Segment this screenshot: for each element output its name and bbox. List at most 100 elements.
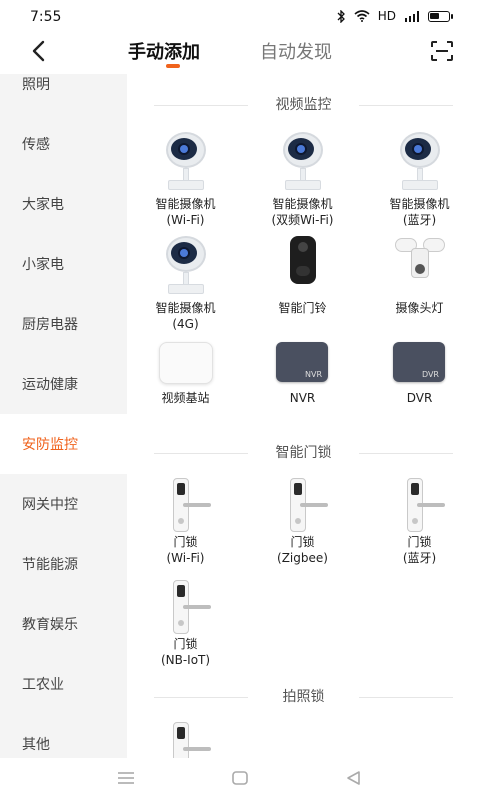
tab-auto-discover[interactable]: 自动发现 — [260, 38, 332, 64]
section-title-text: 智能门锁 — [275, 445, 332, 461]
sidebar-item-sensor[interactable]: 传感 — [0, 114, 127, 174]
battery-icon — [428, 10, 453, 22]
system-nav-bar — [0, 758, 480, 800]
device-camera-wifi[interactable]: 智能摄像机 (Wi-Fi) — [127, 132, 244, 228]
camera-icon — [398, 132, 442, 192]
device-video-base-station[interactable]: 视频基站 — [127, 342, 244, 406]
floodlight-camera-icon — [395, 238, 445, 282]
sidebar-item-kitchen[interactable]: 厨房电器 — [0, 294, 127, 354]
device-nvr[interactable]: NVR NVR — [244, 342, 361, 406]
menu-icon[interactable] — [114, 768, 138, 788]
status-icons: HD — [337, 9, 453, 23]
divider — [359, 697, 453, 698]
device-variant: (Wi-Fi) — [166, 551, 205, 565]
device-photo-lock-partial[interactable] — [127, 722, 244, 758]
sidebar-item-label: 教育娱乐 — [22, 617, 78, 633]
back-arrow-icon[interactable] — [28, 38, 52, 64]
nvr-tag: NVR — [304, 370, 322, 379]
wifi-icon — [354, 10, 370, 22]
device-camera-bluetooth[interactable]: 智能摄像机 (蓝牙) — [361, 132, 478, 228]
sidebar-item-label: 传感 — [22, 137, 50, 153]
device-name: 门锁 — [173, 535, 198, 549]
device-name: 智能摄像机 — [272, 197, 333, 211]
status-bar: 7:55 HD — [0, 0, 480, 34]
sidebar-item-label: 照明 — [22, 77, 50, 93]
nvr-icon: NVR — [276, 342, 328, 382]
sidebar-item-energy[interactable]: 节能能源 — [0, 534, 127, 594]
camera-icon — [164, 236, 208, 296]
device-variant: (Zigbee) — [277, 551, 328, 565]
sidebar-item-label: 网关中控 — [22, 497, 78, 513]
sidebar-item-label: 运动健康 — [22, 377, 78, 393]
tab-manual-add[interactable]: 手动添加 — [128, 38, 200, 64]
door-lock-icon — [173, 580, 211, 634]
device-name: 智能摄像机 — [155, 301, 216, 315]
device-variant: (4G) — [172, 317, 199, 331]
device-camera-dual-wifi[interactable]: 智能摄像机 (双频Wi-Fi) — [244, 132, 361, 228]
device-variant: (蓝牙) — [402, 551, 437, 565]
sidebar-item-education[interactable]: 教育娱乐 — [0, 594, 127, 654]
section-title-door-lock: 智能门锁 — [127, 442, 480, 464]
device-name: 门锁 — [173, 637, 198, 651]
sidebar-item-label: 安防监控 — [22, 437, 78, 453]
device-name: 门锁 — [290, 535, 315, 549]
device-door-lock-nbiot[interactable]: 门锁 (NB-IoT) — [127, 580, 244, 668]
status-time: 7:55 — [30, 9, 62, 25]
sidebar-item-small-appliance[interactable]: 小家电 — [0, 234, 127, 294]
sidebar-item-lighting[interactable]: 照明 — [0, 74, 127, 114]
sidebar-item-label: 工农业 — [22, 677, 64, 693]
device-door-lock-zigbee[interactable]: 门锁 (Zigbee) — [244, 478, 361, 566]
camera-icon — [281, 132, 325, 192]
sidebar-item-gateway[interactable]: 网关中控 — [0, 474, 127, 534]
top-header: 手动添加 自动发现 — [0, 34, 480, 74]
camera-icon — [164, 132, 208, 192]
sidebar-item-sports-health[interactable]: 运动健康 — [0, 354, 127, 414]
device-smart-doorbell[interactable]: 智能门铃 — [244, 236, 361, 316]
device-variant: (Wi-Fi) — [166, 213, 205, 227]
section-title-photo-lock: 拍照锁 — [127, 686, 480, 708]
sidebar-item-label: 其他 — [22, 737, 50, 753]
sidebar-item-label: 厨房电器 — [22, 317, 78, 333]
section-title-text: 拍照锁 — [282, 689, 325, 705]
doorbell-icon — [290, 236, 316, 284]
section-title-text: 视频监控 — [275, 97, 332, 113]
device-name: 门锁 — [407, 535, 432, 549]
bluetooth-icon — [337, 9, 345, 23]
sidebar-item-industry-agriculture[interactable]: 工农业 — [0, 654, 127, 714]
dvr-icon: DVR — [393, 342, 445, 382]
home-icon[interactable] — [228, 768, 252, 788]
device-name: 智能门铃 — [278, 301, 327, 315]
device-name: 智能摄像机 — [389, 197, 450, 211]
device-dvr[interactable]: DVR DVR — [361, 342, 478, 406]
sidebar-item-label: 小家电 — [22, 257, 64, 273]
device-camera-4g[interactable]: 智能摄像机 (4G) — [127, 236, 244, 332]
dvr-tag: DVR — [421, 370, 439, 379]
door-lock-icon — [290, 478, 328, 532]
sidebar-item-label: 大家电 — [22, 197, 64, 213]
signal-icon — [405, 10, 419, 22]
divider — [359, 105, 453, 106]
door-lock-icon — [173, 478, 211, 532]
sidebar-item-security[interactable]: 安防监控 — [0, 414, 127, 474]
network-type-label: HD — [377, 9, 396, 23]
back-triangle-icon[interactable] — [342, 768, 366, 788]
sidebar-item-label: 节能能源 — [22, 557, 78, 573]
category-sidebar: 照明 传感 大家电 小家电 厨房电器 运动健康 安防监控 网关中控 节能能源 教… — [0, 74, 127, 758]
device-variant: (蓝牙) — [402, 213, 437, 227]
sidebar-item-other[interactable]: 其他 — [0, 714, 127, 758]
door-lock-icon — [407, 478, 445, 532]
divider — [359, 453, 453, 454]
sidebar-item-large-appliance[interactable]: 大家电 — [0, 174, 127, 234]
device-floodlight-camera[interactable]: 摄像头灯 — [361, 236, 478, 316]
device-variant: (NB-IoT) — [160, 653, 211, 667]
scan-icon[interactable] — [430, 40, 454, 62]
device-name: 智能摄像机 — [155, 197, 216, 211]
device-door-lock-wifi[interactable]: 门锁 (Wi-Fi) — [127, 478, 244, 566]
door-lock-icon — [173, 722, 211, 758]
base-station-icon — [159, 342, 213, 384]
device-door-lock-bluetooth[interactable]: 门锁 (蓝牙) — [361, 478, 478, 566]
device-name: 摄像头灯 — [395, 301, 444, 315]
device-variant: (双频Wi-Fi) — [271, 213, 334, 227]
section-title-video: 视频监控 — [127, 94, 480, 116]
active-tab-indicator — [166, 64, 180, 68]
